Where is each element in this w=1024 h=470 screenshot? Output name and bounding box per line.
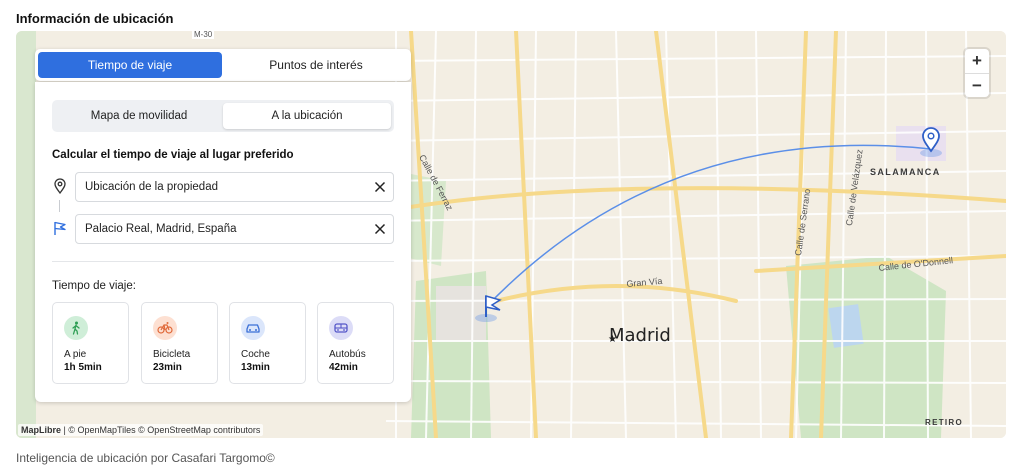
tab-points-of-interest[interactable]: Puntos de interés bbox=[224, 52, 408, 78]
zoom-control: + − bbox=[965, 49, 989, 97]
car-icon bbox=[241, 316, 265, 340]
divider bbox=[52, 261, 394, 262]
mode-card-bus[interactable]: Autobús 42min bbox=[317, 302, 394, 384]
mode-time: 23min bbox=[153, 362, 182, 373]
travel-time-label: Tiempo de viaje: bbox=[52, 280, 136, 292]
close-icon bbox=[374, 181, 386, 193]
road-shield-label: M-30 bbox=[192, 31, 215, 39]
segment-mobility-map[interactable]: Mapa de movilidad bbox=[55, 103, 223, 129]
mode-name: Bicicleta bbox=[153, 349, 191, 360]
mode-card-bicycle[interactable]: Bicicleta 23min bbox=[141, 302, 218, 384]
mode-time: 42min bbox=[329, 362, 358, 373]
origin-field[interactable]: Ubicación de la propiedad bbox=[75, 172, 394, 202]
clear-origin-button[interactable] bbox=[367, 174, 393, 200]
tab-travel-time[interactable]: Tiempo de viaje bbox=[38, 52, 222, 78]
mode-time: 1h 5min bbox=[64, 362, 102, 373]
district-label-salamanca: SALAMANCA bbox=[870, 167, 941, 177]
destination-field-value: Palacio Real, Madrid, España bbox=[85, 223, 237, 235]
footer-note: Inteligencia de ubicación por Casafari T… bbox=[16, 451, 275, 465]
close-icon bbox=[374, 223, 386, 235]
attribution-brand-link[interactable]: MapLibre bbox=[21, 425, 61, 435]
travel-time-panel: Mapa de movilidad A la ubicación Calcula… bbox=[35, 82, 411, 402]
attribution-text[interactable]: | © OpenMapTiles © OpenStreetMap contrib… bbox=[61, 425, 261, 435]
bus-icon bbox=[329, 316, 353, 340]
calc-title: Calcular el tiempo de viaje al lugar pre… bbox=[52, 149, 294, 161]
location-pin-icon bbox=[54, 178, 66, 194]
zoom-out-button[interactable]: − bbox=[965, 73, 989, 97]
zoom-in-button[interactable]: + bbox=[965, 49, 989, 73]
mode-name: A pie bbox=[64, 349, 87, 360]
mode-time: 13min bbox=[241, 362, 270, 373]
mode-card-walk[interactable]: A pie 1h 5min bbox=[52, 302, 129, 384]
segment-to-location[interactable]: A la ubicación bbox=[223, 103, 391, 129]
mode-segmented-control: Mapa de movilidad A la ubicación bbox=[52, 100, 394, 132]
city-label: Madrid bbox=[609, 325, 671, 346]
bicycle-icon bbox=[153, 316, 177, 340]
route-connector-line bbox=[59, 200, 60, 212]
clear-destination-button[interactable] bbox=[367, 216, 393, 242]
destination-field[interactable]: Palacio Real, Madrid, España bbox=[75, 214, 394, 244]
mode-card-car[interactable]: Coche 13min bbox=[229, 302, 306, 384]
district-label-retiro: RETIRO bbox=[925, 418, 964, 427]
mode-name: Autobús bbox=[329, 349, 366, 360]
map-attribution: MapLibre | © OpenMapTiles © OpenStreetMa… bbox=[18, 424, 264, 436]
section-title: Información de ubicación bbox=[16, 11, 174, 26]
panel-tab-bar: Tiempo de viaje Puntos de interés bbox=[35, 49, 411, 81]
flag-icon bbox=[54, 221, 66, 235]
origin-field-value: Ubicación de la propiedad bbox=[85, 181, 218, 193]
mode-name: Coche bbox=[241, 349, 270, 360]
walk-icon bbox=[64, 316, 88, 340]
